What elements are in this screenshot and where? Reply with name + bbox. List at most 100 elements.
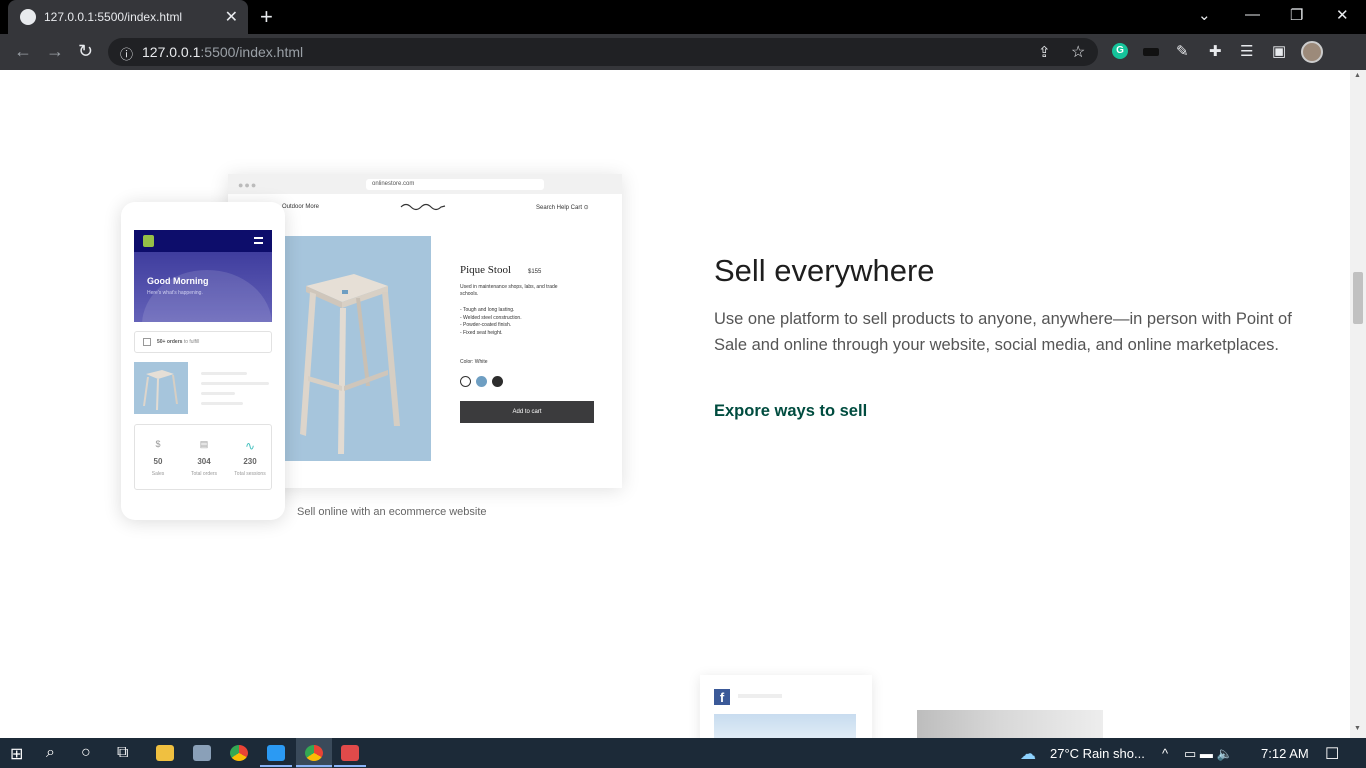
bookmark-star-icon[interactable]: ☆ bbox=[1071, 42, 1085, 62]
new-tab-button[interactable]: + bbox=[260, 4, 273, 30]
stat-label: Total sessions bbox=[234, 471, 266, 477]
phone-greeting-banner: Good Morning Here's what's happening. bbox=[134, 252, 272, 322]
search-icon[interactable]: ⌕ bbox=[46, 744, 55, 762]
share-icon[interactable]: ⇪ bbox=[1038, 43, 1051, 61]
feature-line: - Powder-coated finish. bbox=[460, 322, 512, 328]
feature-line: - Fixed seat height. bbox=[460, 329, 503, 336]
scrollbar-thumb[interactable] bbox=[1353, 272, 1363, 324]
product-thumbnail bbox=[134, 362, 188, 414]
active-app-indicator bbox=[334, 765, 366, 767]
product-price: $155 bbox=[528, 269, 542, 275]
explore-ways-to-sell-link[interactable]: Expore ways to sell bbox=[714, 402, 867, 421]
weather-text[interactable]: 27°C Rain sho... bbox=[1050, 746, 1145, 761]
extensions-puzzle-icon[interactable]: ✚ bbox=[1209, 42, 1222, 60]
extension-icon[interactable] bbox=[1143, 48, 1159, 56]
feature-line: - Welded steel construction. bbox=[460, 314, 522, 321]
pen-extension-icon[interactable]: ✎ bbox=[1176, 42, 1189, 60]
weather-icon[interactable]: ☁ bbox=[1020, 744, 1036, 764]
greeting-title: Good Morning bbox=[147, 276, 209, 286]
stat-value: 50 bbox=[153, 457, 163, 466]
add-to-cart-button: Add to cart bbox=[460, 401, 594, 423]
swatch-black bbox=[492, 376, 503, 387]
shopify-bag-icon bbox=[143, 235, 154, 247]
mock-url: onlinestore.com bbox=[366, 179, 544, 190]
tab-search-chevron-icon[interactable]: ⌄ bbox=[1198, 6, 1211, 24]
greeting-subtitle: Here's what's happening. bbox=[147, 290, 203, 296]
profile-avatar[interactable] bbox=[1301, 41, 1323, 63]
address-url[interactable]: 127.0.0.1:5500/index.html bbox=[142, 44, 303, 60]
scroll-down-icon[interactable]: ▼ bbox=[1354, 725, 1361, 732]
window-dots: ●●● bbox=[238, 180, 258, 190]
orders-suffix: to fulfill bbox=[182, 339, 200, 345]
page-scrollbar[interactable]: ▲ ▼ bbox=[1350, 70, 1366, 738]
reload-icon[interactable]: ↻ bbox=[78, 41, 93, 62]
sessions-wave-icon: ∿ bbox=[244, 439, 256, 453]
task-view-icon[interactable]: ⧉ bbox=[117, 744, 128, 762]
media-control-icon[interactable]: ☰ bbox=[1240, 42, 1253, 60]
stat-label: Sales bbox=[151, 471, 165, 477]
swatch-white bbox=[460, 376, 471, 387]
stat-sessions: ∿ 230 Total sessions bbox=[227, 439, 273, 477]
chrome-icon[interactable] bbox=[230, 745, 248, 761]
scroll-up-icon[interactable]: ▲ bbox=[1354, 72, 1361, 79]
stool-thumbnail-icon bbox=[143, 370, 178, 410]
page-content: ●●● onlinestore.com Outdoor More Search … bbox=[0, 70, 1350, 738]
desktop-store-mockup: ●●● onlinestore.com Outdoor More Search … bbox=[228, 174, 622, 488]
cortana-icon[interactable]: ○ bbox=[81, 744, 91, 762]
mock-browser-bar: ●●● onlinestore.com bbox=[228, 174, 622, 194]
active-app-indicator bbox=[296, 765, 332, 767]
stool-product-image bbox=[284, 236, 431, 461]
vscode-icon[interactable] bbox=[267, 745, 285, 761]
forward-arrow-icon[interactable]: → bbox=[46, 41, 64, 62]
url-host: 127.0.0.1 bbox=[142, 44, 201, 60]
side-panel-icon[interactable]: ▣ bbox=[1272, 42, 1286, 60]
grammarly-icon[interactable]: G bbox=[1112, 43, 1128, 59]
phone-admin-mockup: Good Morning Here's what's happening. 50… bbox=[121, 202, 285, 520]
maximize-button[interactable]: ❐ bbox=[1290, 6, 1303, 24]
file-explorer-icon[interactable] bbox=[156, 745, 174, 761]
windows-start-icon[interactable]: ⊞ bbox=[10, 744, 23, 764]
notifications-icon[interactable]: ☐ bbox=[1325, 744, 1339, 764]
phone-header bbox=[134, 230, 272, 252]
photos-app-icon[interactable] bbox=[193, 745, 211, 761]
window-close-button[interactable]: ✕ bbox=[1336, 6, 1349, 24]
app-icon[interactable] bbox=[341, 745, 359, 761]
facebook-card: f bbox=[700, 675, 872, 738]
orders-card: 50+ orders to fulfill bbox=[134, 331, 272, 353]
stool-illustration bbox=[300, 274, 400, 454]
placeholder-line bbox=[201, 402, 243, 405]
url-path: :5500/index.html bbox=[200, 44, 304, 60]
windows-taskbar: ⊞ ⌕ ○ ⧉ ☁ 27°C Rain sho... ^ ▭ ▬ 🔈 7:12 … bbox=[0, 738, 1366, 768]
swatch-blue bbox=[476, 376, 487, 387]
minimize-button[interactable]: — bbox=[1245, 6, 1260, 23]
section-body: Use one platform to sell products to any… bbox=[714, 310, 1292, 354]
back-arrow-icon[interactable]: ← bbox=[14, 41, 32, 62]
placeholder-line bbox=[201, 392, 235, 395]
active-app-indicator bbox=[260, 765, 292, 767]
address-bar[interactable]: ⓘ 127.0.0.1:5500/index.html ⇪ ☆ bbox=[108, 38, 1098, 66]
tray-chevron-icon[interactable]: ^ bbox=[1162, 746, 1168, 761]
lifestyle-image bbox=[917, 710, 1103, 738]
tray-status-icons[interactable]: ▭ ▬ 🔈 bbox=[1184, 746, 1233, 762]
mock-nav-left: Outdoor More bbox=[282, 204, 320, 210]
facebook-post-image bbox=[714, 714, 856, 738]
orders-text: 50+ orders to fulfill bbox=[157, 339, 199, 345]
placeholder-line bbox=[201, 372, 247, 375]
tab-title: 127.0.0.1:5500/index.html bbox=[44, 10, 183, 24]
stat-sales: $ 50 Sales bbox=[135, 439, 181, 477]
tab-close-icon[interactable]: ✕ bbox=[225, 7, 238, 27]
menu-icon bbox=[254, 237, 263, 244]
section-heading: Sell everywhere bbox=[714, 253, 935, 288]
browser-tab[interactable]: 127.0.0.1:5500/index.html ✕ bbox=[8, 0, 248, 34]
placeholder-line bbox=[201, 382, 269, 385]
site-info-icon[interactable]: ⓘ bbox=[120, 44, 133, 63]
orders-count: 50+ orders bbox=[157, 339, 183, 345]
stat-label: Total orders bbox=[190, 471, 218, 477]
product-name: Pique Stool bbox=[460, 264, 512, 276]
facebook-icon: f bbox=[714, 689, 730, 705]
feature-line: - Tough and long lasting. bbox=[460, 307, 515, 313]
clock[interactable]: 7:12 AM bbox=[1261, 746, 1309, 761]
chrome-active-icon[interactable] bbox=[305, 745, 323, 761]
color-label: Color: White bbox=[460, 359, 488, 365]
mockup-caption: Sell online with an ecommerce website bbox=[297, 506, 487, 518]
